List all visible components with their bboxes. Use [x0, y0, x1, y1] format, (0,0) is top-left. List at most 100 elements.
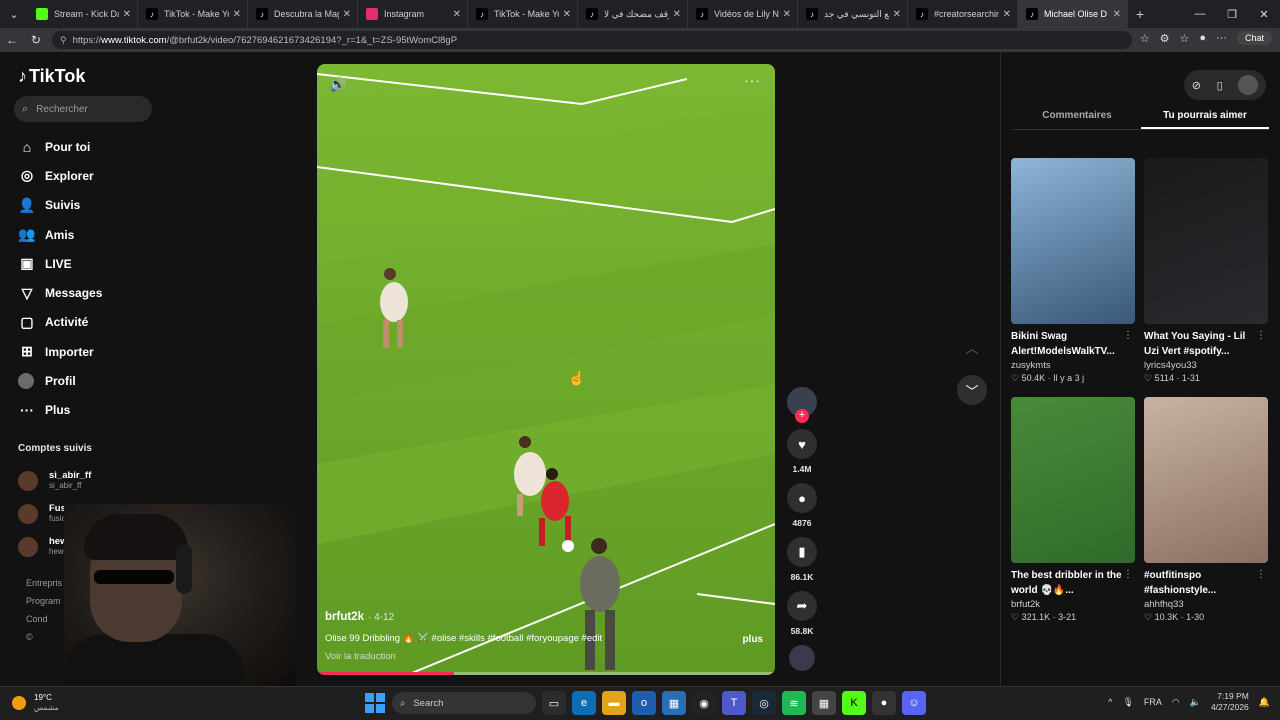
comment-action[interactable]: ● 4876 — [786, 483, 818, 528]
video-more-icon[interactable]: ··· — [744, 72, 761, 88]
footer-link[interactable]: Program — [26, 592, 62, 610]
nav-item-plus[interactable]: ··· Plus — [18, 396, 158, 425]
close-window-icon[interactable]: ✕ — [1248, 0, 1280, 28]
footer-link[interactable]: Cond — [26, 610, 62, 628]
recommended-video-card[interactable]: #outfitinspo #fashionstyle... ⋮ ahhfhq33 ♡ … — [1144, 397, 1268, 623]
tab-actions-menu-icon[interactable]: ⌄ — [0, 0, 28, 28]
tab-close-icon[interactable]: ✕ — [893, 9, 901, 20]
video-thumbnail[interactable] — [1144, 397, 1268, 563]
speaker-icon[interactable]: 🔈 — [1190, 697, 1201, 708]
edge-icon[interactable]: e — [572, 691, 596, 715]
nav-item-amis[interactable]: 👥 Amis — [18, 220, 158, 249]
card-menu-icon[interactable]: ⋮ — [1256, 330, 1266, 341]
card-username[interactable]: zusykmts — [1011, 360, 1135, 371]
windows-start-icon[interactable] — [364, 692, 386, 714]
card-menu-icon[interactable]: ⋮ — [1123, 569, 1133, 580]
card-username[interactable]: brfut2k — [1011, 599, 1135, 610]
music-disc-icon[interactable] — [789, 645, 815, 671]
volume-icon[interactable]: 🔊 — [329, 76, 346, 93]
discord-icon[interactable]: ☺ — [902, 691, 926, 715]
weather-widget[interactable]: 19°C مشمس — [12, 693, 59, 712]
nav-item-profil[interactable]: Profil — [18, 366, 158, 395]
video-author[interactable]: brfut2k · 4-12 — [325, 611, 394, 623]
nav-item-explorer[interactable]: ◎ Explorer — [18, 161, 158, 190]
heart-icon[interactable]: ♥ — [787, 429, 817, 459]
nav-item-messages[interactable]: ▽ Messages — [18, 278, 158, 307]
nav-item-activit-[interactable]: ▢ Activité — [18, 308, 158, 337]
browser-tab[interactable]: ♪ TikTok - Make Your D ✕ — [138, 0, 248, 28]
previous-video-chevron-up-icon[interactable]: ︿ — [957, 332, 987, 362]
video-thumbnail[interactable] — [1011, 397, 1135, 563]
card-title[interactable]: Bikini Swag Alert!ModelsWalkTV... — [1011, 329, 1123, 359]
browser-tab[interactable]: ♪ Michael Olise D ✕ — [1018, 0, 1128, 28]
nav-item-live[interactable]: ▣ LIVE — [18, 249, 158, 278]
minimize-icon[interactable]: — — [1184, 0, 1216, 28]
like-action[interactable]: ♥ 1.4M — [786, 429, 818, 474]
browser-tab[interactable]: ♪ موقف مضحك في لا ✕ — [578, 0, 688, 28]
creator-avatar-action[interactable]: + — [786, 387, 818, 423]
back-icon[interactable]: ← — [0, 33, 24, 47]
tab-close-icon[interactable]: ✕ — [453, 9, 461, 20]
tab-close-icon[interactable]: ✕ — [563, 9, 571, 20]
share-icon[interactable]: ➦ — [787, 591, 817, 621]
save-action[interactable]: ▮ 86.1K — [786, 537, 818, 582]
video-thumbnail[interactable] — [1011, 158, 1135, 324]
nav-item-pour-toi[interactable]: ⌂ Pour toi — [18, 132, 158, 161]
footer-link[interactable]: © — [26, 628, 62, 646]
reload-icon[interactable]: ↻ — [24, 33, 48, 47]
tab-close-icon[interactable]: ✕ — [1113, 9, 1121, 20]
footer-link[interactable]: Entrepris — [26, 574, 62, 592]
video-player[interactable]: 🔊 ··· ☝ brfut2k · 4-12 Olise 99 Dribbling… — [317, 64, 775, 675]
tab-commentaires[interactable]: Commentaires — [1013, 104, 1141, 129]
device-icon[interactable]: ▯ — [1217, 79, 1223, 92]
kick-app-icon[interactable]: K — [842, 691, 866, 715]
browser-tab[interactable]: ♪ Descubra la Magia d ✕ — [248, 0, 358, 28]
copilot-chat-button[interactable]: Chat — [1236, 31, 1272, 45]
notifications-icon[interactable]: 🔔 — [1259, 697, 1270, 708]
nav-item-importer[interactable]: ⊞ Importer — [18, 337, 158, 366]
tab-close-icon[interactable]: ✕ — [1003, 9, 1011, 20]
recommended-video-card[interactable]: What You Saying - Lil Uzi Vert #spotify.… — [1144, 158, 1268, 384]
xbox-icon[interactable]: ◉ — [692, 691, 716, 715]
store-icon[interactable]: ▦ — [662, 691, 686, 715]
browser-tab[interactable]: Instagram ✕ — [358, 0, 468, 28]
new-tab-icon[interactable]: + — [1128, 6, 1152, 22]
task-view-icon[interactable]: ▭ — [542, 691, 566, 715]
follow-plus-icon[interactable]: + — [795, 409, 809, 423]
collections-icon[interactable]: ☆ — [1179, 32, 1189, 45]
comment-icon[interactable]: ● — [787, 483, 817, 513]
settings-more-icon[interactable]: ··· — [1216, 32, 1227, 44]
browser-tab[interactable]: ♪ الواقع التونسي في جد ✕ — [798, 0, 908, 28]
card-title[interactable]: The best dribbler in the world 💀🔥... — [1011, 568, 1123, 598]
coin-icon[interactable]: ⊘ — [1192, 79, 1201, 92]
calculator-icon[interactable]: ▦ — [812, 691, 836, 715]
taskbar-search[interactable]: ⌕ Search — [392, 692, 536, 714]
see-translation-link[interactable]: Voir la traduction — [325, 651, 396, 662]
tab-close-icon[interactable]: ✕ — [123, 9, 131, 20]
wifi-icon[interactable]: ◠ — [1172, 697, 1180, 708]
site-info-icon[interactable]: ⚲ — [60, 35, 67, 46]
account-icon[interactable]: ● — [1199, 32, 1206, 44]
extensions-icon[interactable]: ⚙ — [1160, 32, 1170, 45]
browser-tab[interactable]: ♪ Vidéos de Lily Nado ✕ — [688, 0, 798, 28]
search-input[interactable]: ⌕ Rechercher — [14, 96, 152, 122]
browser-tab[interactable]: ♪ #creatorsearchinsigh ✕ — [908, 0, 1018, 28]
teams-icon[interactable]: T — [722, 691, 746, 715]
tray-chevron-icon[interactable]: ^ — [1108, 697, 1112, 707]
recommended-video-card[interactable]: Bikini Swag Alert!ModelsWalkTV... ⋮ zusykm… — [1011, 158, 1135, 384]
tab-close-icon[interactable]: ✕ — [343, 9, 351, 20]
browser-tab[interactable]: ♪ TikTok - Make Your D ✕ — [468, 0, 578, 28]
outlook-icon[interactable]: o — [632, 691, 656, 715]
caption-more-link[interactable]: plus — [742, 634, 763, 645]
url-field[interactable]: ⚲ https://www.tiktok.com/@brfut2k/video/… — [52, 31, 1132, 49]
creator-avatar[interactable]: + — [787, 387, 817, 423]
video-progress-bar[interactable] — [317, 672, 775, 675]
card-username[interactable]: lyrics4you33 — [1144, 360, 1268, 371]
tab-close-icon[interactable]: ✕ — [233, 9, 241, 20]
browser-tab[interactable]: Stream - Kick Dashb ✕ — [28, 0, 138, 28]
steam-icon[interactable]: ◎ — [752, 691, 776, 715]
card-username[interactable]: ahhfhq33 — [1144, 599, 1268, 610]
bookmark-icon[interactable]: ▮ — [787, 537, 817, 567]
card-title[interactable]: #outfitinspo #fashionstyle... — [1144, 568, 1256, 598]
tiktok-logo[interactable]: ♪ TikTok — [18, 66, 85, 87]
